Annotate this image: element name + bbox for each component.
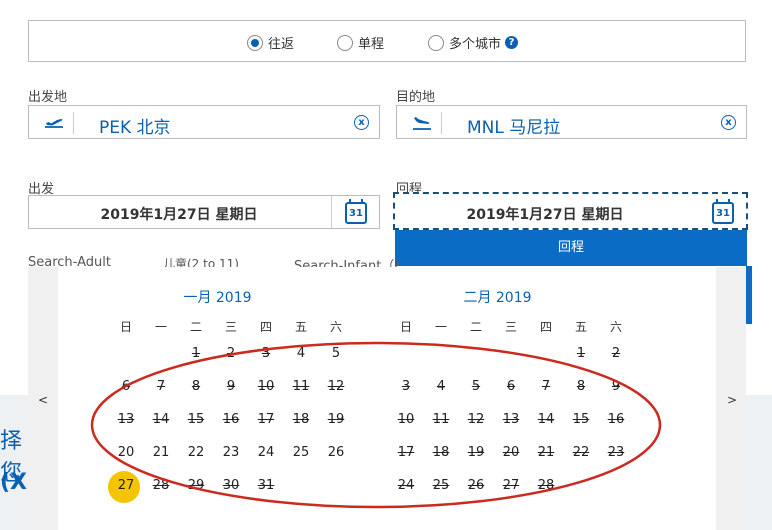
annotation-ellipse — [90, 341, 662, 509]
annotation-ellipse-shape — [90, 341, 662, 509]
